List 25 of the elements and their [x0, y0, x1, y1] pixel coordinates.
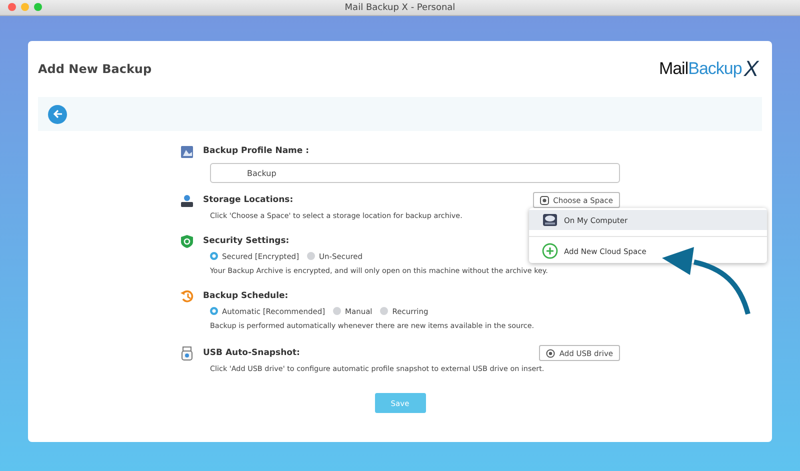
profile-icon: [180, 144, 194, 158]
storage-icon: [180, 192, 194, 208]
section-title: Security Settings:: [203, 236, 290, 246]
clock-icon: [180, 288, 194, 304]
radio-button[interactable]: [307, 252, 315, 260]
target-icon: [546, 348, 556, 358]
radio-button[interactable]: [333, 307, 342, 315]
section-title: Backup Profile Name :: [203, 146, 310, 156]
drive-icon: [540, 196, 550, 204]
add-icon: [542, 243, 558, 259]
hard-drive-icon: [542, 213, 558, 227]
input-field[interactable]: Backup: [210, 163, 620, 183]
radio-button[interactable]: [210, 307, 218, 315]
logo: MailBackupX: [658, 56, 758, 82]
section-title: Storage Locations:: [203, 195, 294, 205]
usb-drive-icon: [180, 346, 194, 360]
window-title: Mail Backup X - Personal: [344, 2, 456, 12]
radio-button[interactable]: [380, 307, 388, 315]
shield-icon: [180, 234, 194, 248]
page-title: Add New Backup: [38, 62, 152, 76]
back-arrow-icon: [52, 109, 62, 119]
back-button[interactable]: [48, 104, 67, 124]
radio-button[interactable]: [210, 252, 218, 260]
section-title: USB Auto-Snapshot:: [203, 348, 301, 358]
section-title: Backup Schedule:: [203, 291, 290, 301]
